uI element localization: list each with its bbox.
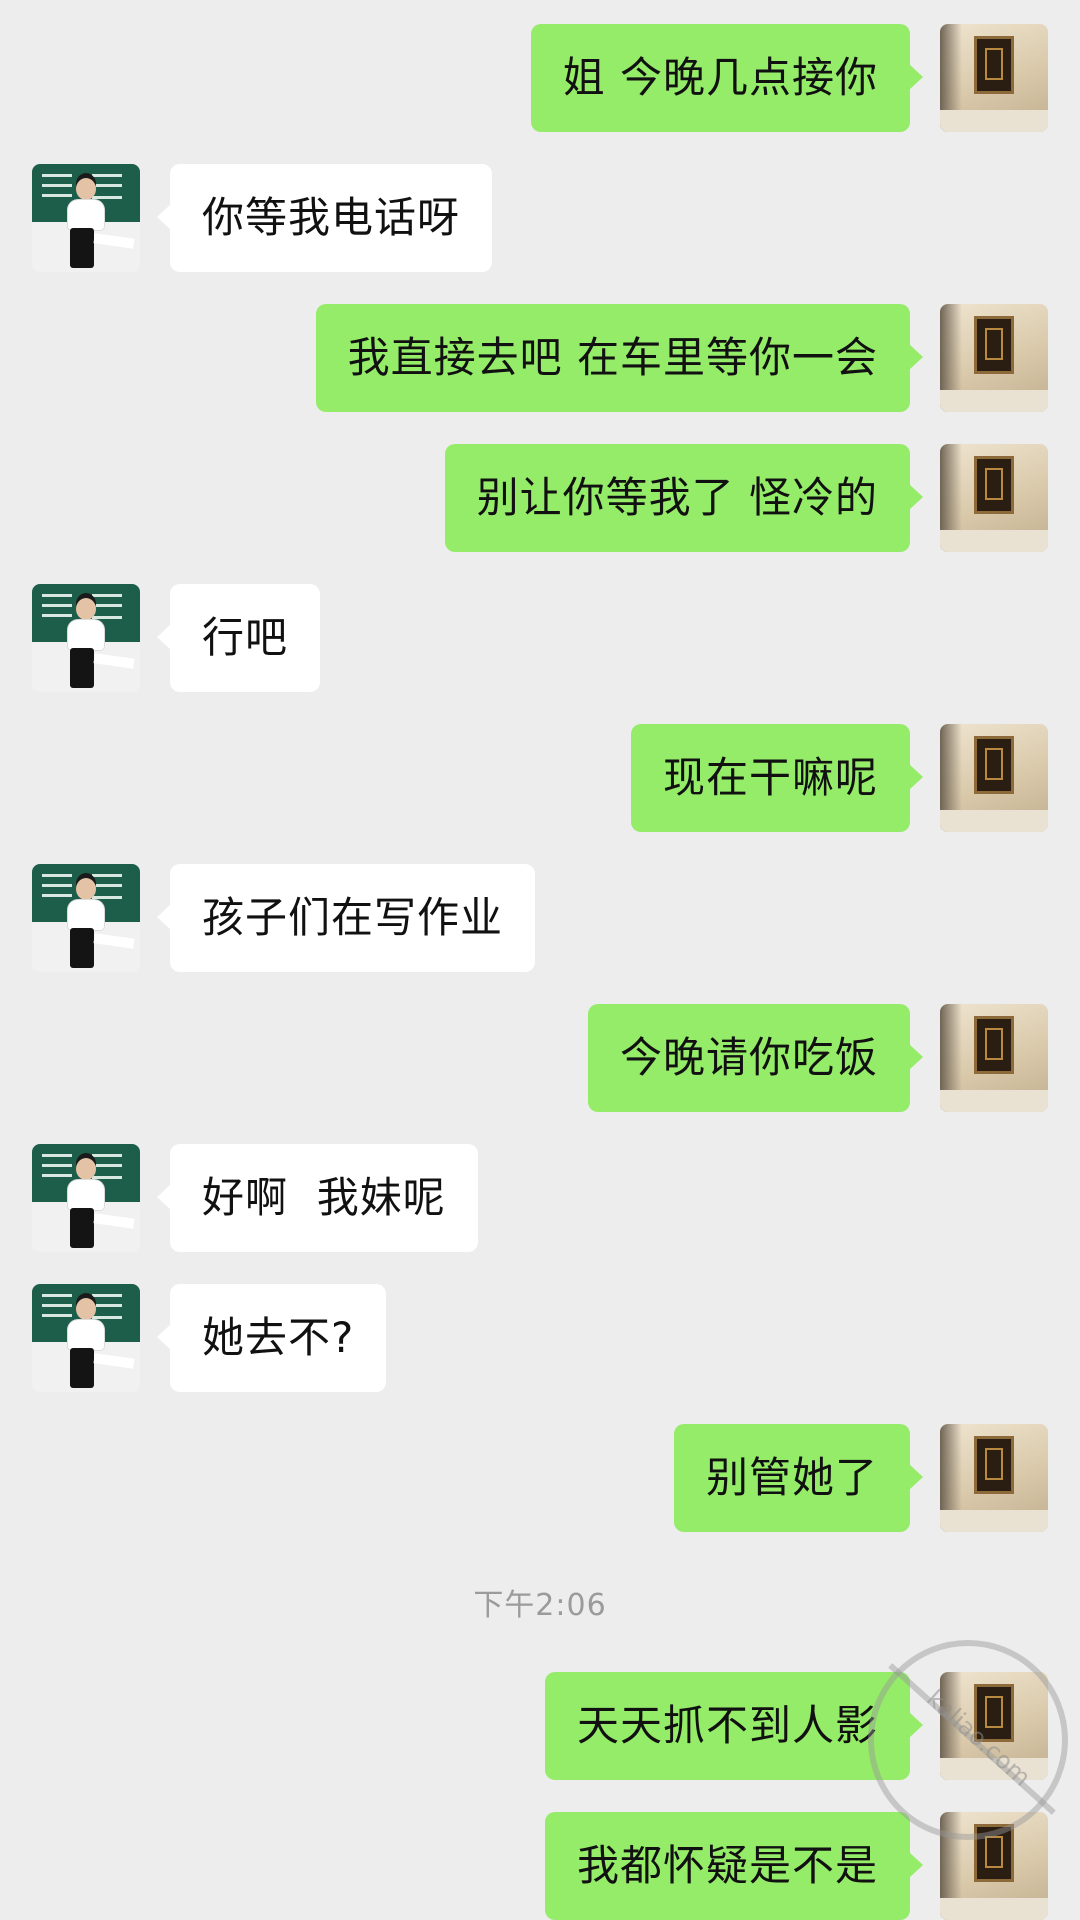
message-row-sent: 别让你等我了 怪冷的	[0, 444, 1080, 552]
self-avatar-icon[interactable]	[940, 304, 1048, 412]
received-message-bubble[interactable]: 行吧	[156, 584, 321, 692]
sent-message-bubble[interactable]: 我直接去吧 在车里等你一会	[315, 304, 924, 412]
self-avatar-icon[interactable]	[940, 1672, 1048, 1780]
message-timestamp: 下午2:06	[473, 1588, 607, 1623]
contact-avatar-icon[interactable]	[32, 584, 140, 692]
sent-message-bubble[interactable]: 现在干嘛呢	[630, 724, 924, 832]
received-message-bubble[interactable]: 她去不?	[156, 1284, 387, 1392]
contact-avatar-icon[interactable]	[32, 1284, 140, 1392]
received-message-bubble[interactable]: 好啊 我妹呢	[157, 1144, 478, 1252]
message-row-received: 好啊 我妹呢	[0, 1144, 1080, 1252]
sent-message-bubble[interactable]: 天天抓不到人影	[544, 1672, 924, 1780]
message-row-sent: 别管她了	[0, 1424, 1080, 1532]
received-message-bubble[interactable]: 你等我电话呀	[156, 164, 493, 272]
message-row-sent: 天天抓不到人影	[0, 1672, 1080, 1780]
self-avatar-icon[interactable]	[940, 1004, 1048, 1112]
message-row-sent: 今晚请你吃饭	[0, 1004, 1080, 1112]
contact-avatar-icon[interactable]	[32, 1144, 140, 1252]
sent-message-bubble[interactable]: 别让你等我了 怪冷的	[444, 444, 924, 552]
self-avatar-icon[interactable]	[940, 24, 1048, 132]
message-row-sent: 姐 今晚几点接你	[0, 24, 1080, 132]
self-avatar-icon[interactable]	[940, 1424, 1048, 1532]
sent-message-bubble[interactable]: 我都怀疑是不是	[544, 1812, 924, 1920]
contact-avatar-icon[interactable]	[32, 864, 140, 972]
contact-avatar-icon[interactable]	[32, 164, 140, 272]
message-row-received: 她去不?	[0, 1284, 1080, 1392]
message-row-received: 你等我电话呀	[0, 164, 1080, 272]
message-row-received: 行吧	[0, 584, 1080, 692]
message-row-received: 孩子们在写作业	[0, 864, 1080, 972]
sent-message-bubble[interactable]: 姐 今晚几点接你	[530, 24, 924, 132]
sent-message-bubble[interactable]: 今晚请你吃饭	[587, 1004, 924, 1112]
received-message-bubble[interactable]: 孩子们在写作业	[156, 864, 536, 972]
chat-message-list[interactable]: 姐 今晚几点接你 你等我电话呀 我直接去吧 在车里等你一会 别让你等我了 怪冷的…	[0, 0, 1080, 1920]
self-avatar-icon[interactable]	[940, 1812, 1048, 1920]
sent-message-bubble[interactable]: 别管她了	[673, 1424, 924, 1532]
self-avatar-icon[interactable]	[940, 724, 1048, 832]
self-avatar-icon[interactable]	[940, 444, 1048, 552]
message-row-sent: 我直接去吧 在车里等你一会	[0, 304, 1080, 412]
message-row-sent: 现在干嘛呢	[0, 724, 1080, 832]
message-row-sent: 我都怀疑是不是	[0, 1812, 1080, 1920]
